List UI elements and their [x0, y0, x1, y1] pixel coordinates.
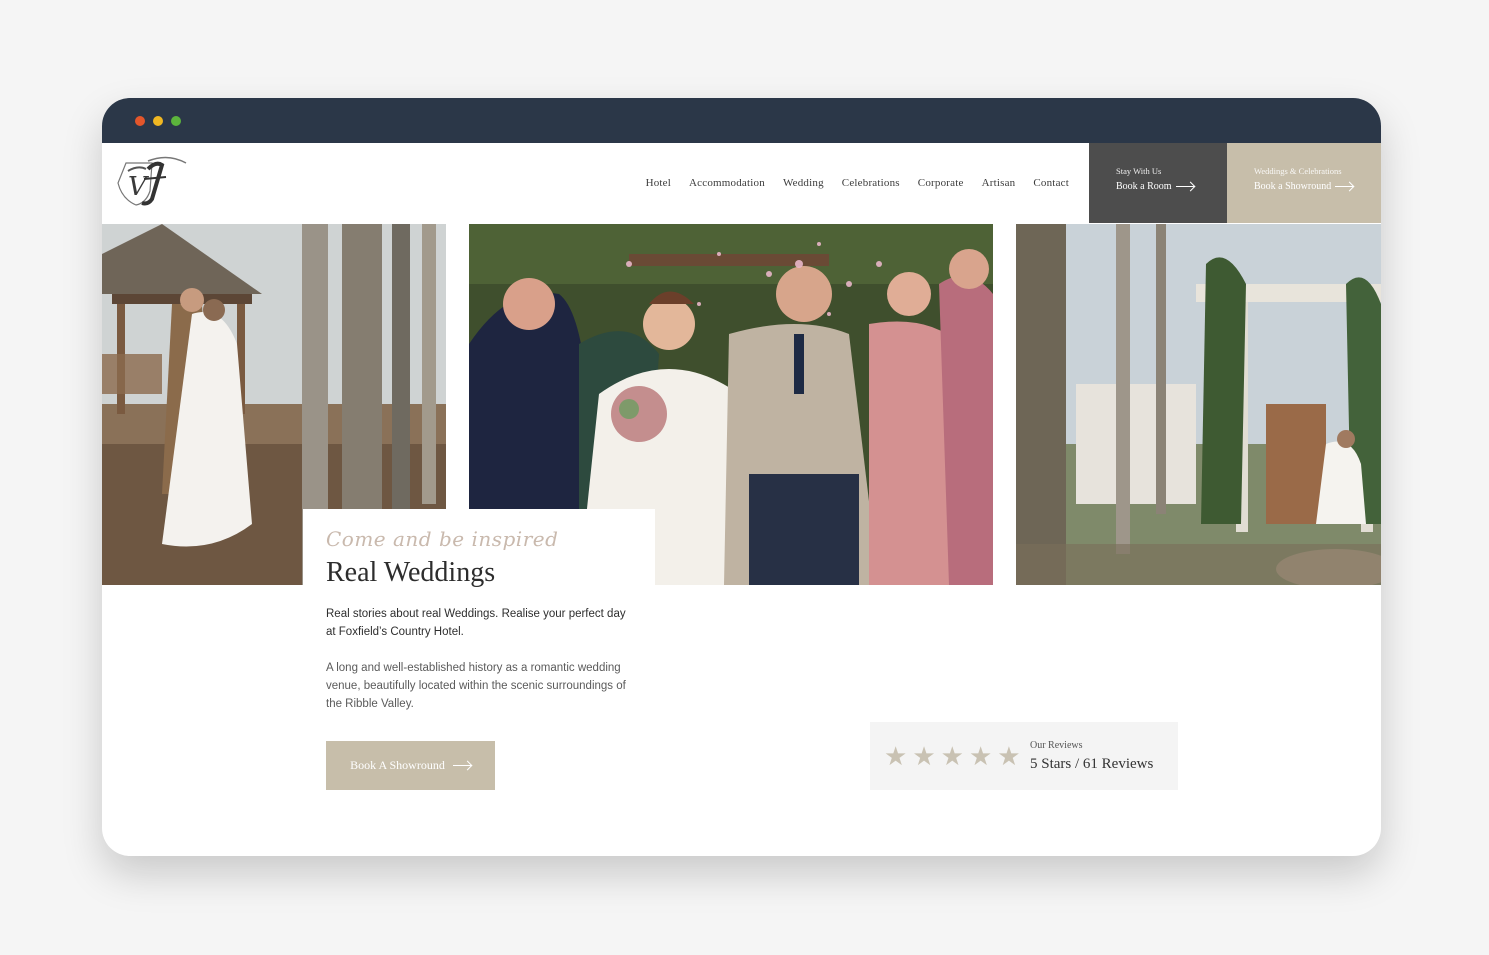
site-header: V Hotel Accommodation Wedding Celebratio…: [102, 143, 1381, 223]
star-icon: ★: [884, 741, 908, 771]
book-room-cta-label: Book a Room: [1116, 181, 1172, 192]
star-rating: ★ ★ ★ ★ ★: [884, 741, 1021, 771]
star-icon: ★: [940, 741, 964, 771]
card-lead-text: Real stories about real Weddings. Realis…: [326, 608, 626, 638]
nav-item-corporate[interactable]: Corporate: [918, 177, 964, 189]
star-icon: ★: [997, 741, 1021, 771]
card-script-heading: Come and be inspired: [326, 527, 559, 551]
logo-monogram-icon: V: [117, 156, 187, 206]
book-room-cta-caption: Stay With Us: [1116, 166, 1162, 176]
nav-item-celebrations[interactable]: Celebrations: [842, 177, 900, 189]
svg-text:V: V: [128, 172, 149, 202]
arrow-right-icon: [1175, 186, 1194, 187]
reviews-summary: 5 Stars / 61 Reviews: [1030, 756, 1154, 772]
book-room-cta[interactable]: Stay With Us Book a Room: [1089, 143, 1227, 223]
browser-window: V Hotel Accommodation Wedding Celebratio…: [102, 98, 1381, 856]
nav-item-wedding[interactable]: Wedding: [783, 177, 824, 189]
main-navigation: Hotel Accommodation Wedding Celebrations…: [646, 143, 1069, 223]
book-showround-cta-caption: Weddings & Celebrations: [1254, 166, 1342, 176]
book-showround-cta[interactable]: Weddings & Celebrations Book a Showround: [1227, 143, 1381, 223]
book-showround-button-label: Book A Showround: [350, 758, 445, 772]
arrow-right-icon: [1335, 186, 1354, 187]
star-icon: ★: [912, 741, 936, 771]
card-body-text: A long and well-established history as a…: [326, 662, 626, 710]
nav-item-accommodation[interactable]: Accommodation: [689, 177, 765, 189]
wedding-photo-pergola: [1016, 224, 1381, 585]
real-weddings-card: Come and be inspired Real Weddings Real …: [303, 509, 655, 809]
page-title: Real Weddings: [326, 557, 496, 588]
nav-item-contact[interactable]: Contact: [1033, 177, 1069, 189]
book-showround-cta-label: Book a Showround: [1254, 181, 1332, 192]
close-window-button[interactable]: [135, 116, 145, 126]
nav-item-hotel[interactable]: Hotel: [646, 177, 671, 189]
book-showround-cta-label-row: Book a Showround: [1254, 181, 1381, 192]
book-room-cta-label-row: Book a Room: [1116, 181, 1227, 192]
book-showround-button[interactable]: Book A Showround: [326, 741, 495, 790]
site-logo[interactable]: V: [108, 155, 190, 207]
reviews-label: Our Reviews: [1030, 740, 1083, 751]
arrow-right-icon: [452, 765, 471, 766]
browser-title-bar: [102, 98, 1381, 143]
minimize-window-button[interactable]: [153, 116, 163, 126]
maximize-window-button[interactable]: [171, 116, 181, 126]
reviews-widget[interactable]: ★ ★ ★ ★ ★ Our Reviews 5 Stars / 61 Revie…: [870, 722, 1178, 790]
nav-item-artisan[interactable]: Artisan: [982, 177, 1016, 189]
star-icon: ★: [968, 741, 993, 771]
